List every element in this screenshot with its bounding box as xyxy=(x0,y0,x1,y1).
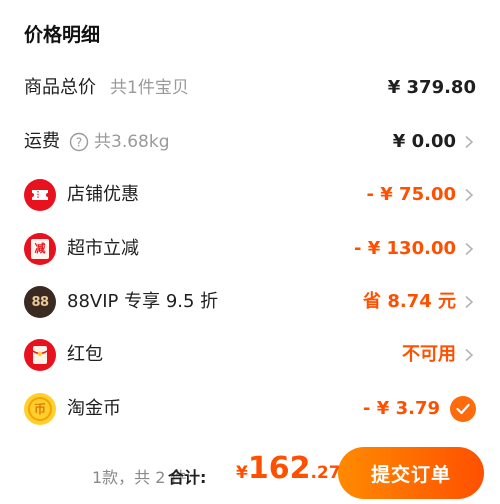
vip-discount-label: 88VIP 专享 9.5 折 xyxy=(67,291,219,312)
shipping-label: 运费 xyxy=(24,131,60,152)
shop-discount-label: 店铺优惠 xyxy=(67,184,139,205)
checkout-bar: 1款，共 2 件 合计: ¥162.27 提交订单 xyxy=(0,434,500,504)
coins-value: - ¥ 3.79 xyxy=(363,398,440,419)
goods-total-label: 商品总价 xyxy=(24,77,96,98)
price-detail-card: 价格明细 商品总价 共1件宝贝 ¥ 379.80 运费 ? 共3.68kg ¥ … xyxy=(0,0,500,434)
vip-88-icon: 88 xyxy=(24,286,56,318)
shop-discount-value: - ¥ 75.00 xyxy=(366,184,456,205)
red-packet-label: 红包 xyxy=(67,344,103,365)
red-packet-row[interactable]: 红包 不可用 xyxy=(0,335,500,375)
vip-discount-row[interactable]: 88 88VIP 专享 9.5 折 省 8.74 元 xyxy=(0,282,500,322)
market-cut-value: - ¥ 130.00 xyxy=(354,238,456,259)
price-decimal: .27 xyxy=(310,463,341,483)
check-circle-icon[interactable] xyxy=(450,396,476,422)
market-cut-row[interactable]: 减 超市立减 - ¥ 130.00 xyxy=(0,229,500,269)
shop-discount-row[interactable]: 店铺优惠 - ¥ 75.00 xyxy=(0,175,500,215)
submit-order-button[interactable]: 提交订单 xyxy=(338,447,484,499)
market-cut-label: 超市立减 xyxy=(67,238,139,259)
goods-count-text: 共1件宝贝 xyxy=(110,78,189,98)
market-cut-icon: 减 xyxy=(24,233,56,265)
total-price: ¥162.27 xyxy=(236,451,341,486)
shipping-weight-text: 共3.68kg xyxy=(94,132,170,152)
coins-label: 淘金币 xyxy=(67,398,121,419)
chevron-right-icon xyxy=(465,348,474,362)
total-label: 合计: xyxy=(168,468,207,487)
gold-coin-icon: 币 xyxy=(24,393,56,425)
page-title: 价格明细 xyxy=(24,24,101,46)
coupon-icon xyxy=(24,179,56,211)
shipping-value: ¥ 0.00 xyxy=(392,131,456,152)
price-currency: ¥ xyxy=(236,463,248,483)
coins-row[interactable]: 币 淘金币 - ¥ 3.79 xyxy=(0,389,500,429)
chevron-right-icon xyxy=(465,188,474,202)
vip-discount-value: 省 8.74 元 xyxy=(363,291,456,312)
goods-total-value: ¥ 379.80 xyxy=(387,77,476,98)
price-integer: 162 xyxy=(247,451,311,486)
chevron-right-icon xyxy=(465,295,474,309)
red-packet-icon xyxy=(24,339,56,371)
shipping-row[interactable]: 运费 ? 共3.68kg ¥ 0.00 xyxy=(0,122,500,162)
goods-total-row: 商品总价 共1件宝贝 ¥ 379.80 xyxy=(0,68,500,108)
chevron-right-icon xyxy=(465,135,474,149)
red-packet-value: 不可用 xyxy=(402,344,456,365)
question-circle-icon[interactable]: ? xyxy=(69,132,89,152)
svg-text:?: ? xyxy=(76,136,82,150)
chevron-right-icon xyxy=(465,242,474,256)
